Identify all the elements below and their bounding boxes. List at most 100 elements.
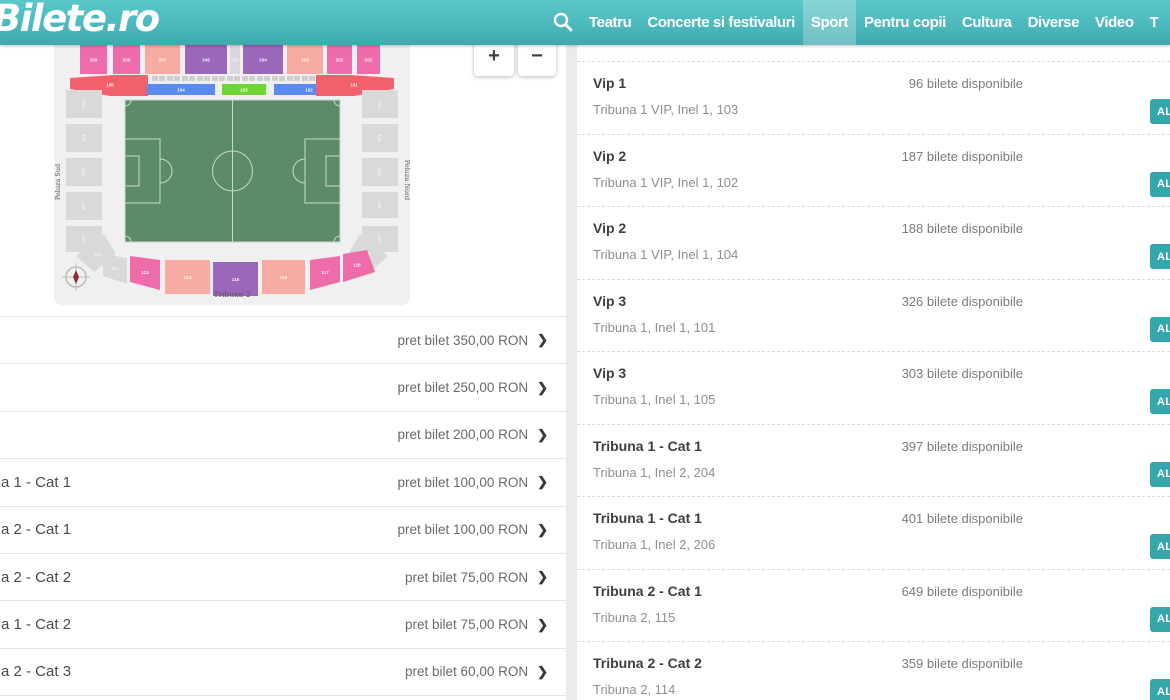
price-category-row[interactable]: pret bilet 350,00 RON ❯ xyxy=(0,317,566,365)
alege-button[interactable]: AL xyxy=(1150,389,1170,414)
stadium-section-label-123: 123 xyxy=(377,134,382,142)
ticket-title: Tribuna 1 - Cat 1 xyxy=(593,510,702,526)
price-label: pret bilet 250,00 RON xyxy=(397,380,529,396)
alege-button[interactable]: AL xyxy=(1150,461,1170,487)
ticket-row: Tribuna 2 - Cat 2 359 bilete disponibile… xyxy=(577,642,1170,700)
alege-button[interactable]: AL xyxy=(1150,171,1170,197)
stadium-section-label-106: 106 xyxy=(81,100,86,108)
ticket-availability: 188 bilete disponibile xyxy=(901,221,1023,236)
ticket-category-list: Vip 1 96 bilete disponibile Tribuna 1 VI… xyxy=(577,61,1170,700)
ticket-title: Vip 2 xyxy=(593,220,627,236)
price-category-name: a 1 - Cat 2 xyxy=(1,616,72,634)
ticket-row: Tribuna 2 - Cat 1 649 bilete disponibile… xyxy=(577,569,1170,642)
peluza-sud-label: Peluza Sud xyxy=(54,164,62,200)
ticket-availability: 397 bilete disponibile xyxy=(901,438,1023,454)
nav-item-teatru[interactable]: Teatru xyxy=(581,0,639,45)
football-field xyxy=(124,99,341,243)
search-icon xyxy=(553,12,573,32)
stadium-section-label-116: 116 xyxy=(280,275,288,280)
stadium-section-label-105: 105 xyxy=(106,83,114,88)
alege-button[interactable]: AL xyxy=(1150,679,1170,700)
stadium-section-label-110: 110 xyxy=(81,235,86,243)
price-category-row[interactable]: pret bilet 250,00 RON ❯ xyxy=(0,364,566,412)
ticket-location: Tribuna 2, 114 xyxy=(593,682,676,697)
stadium-section-label-203: 203 xyxy=(301,57,309,62)
chevron-right-icon: ❯ xyxy=(537,616,548,632)
price-category-row[interactable]: a 2 - Cat 3 pret bilet 60,00 RON ❯ xyxy=(0,648,566,697)
stadium-section-label-206: 206 xyxy=(202,57,210,62)
alege-button[interactable]: AL xyxy=(1150,99,1170,124)
stadium-section-label-120: 120 xyxy=(377,235,382,243)
ticket-row: Vip 3 303 bilete disponibile Tribuna 1, … xyxy=(577,352,1170,425)
search-button[interactable] xyxy=(550,11,576,35)
chevron-right-icon: ❯ xyxy=(537,332,548,348)
main-nav: Teatru Concerte si festivaluri Sport Pentru… xyxy=(581,0,1166,45)
nav-item-diverse[interactable]: Diverse xyxy=(1020,0,1087,45)
chevron-right-icon: ❯ xyxy=(537,474,548,490)
stadium-section-label-122: 122 xyxy=(377,168,382,176)
ticket-availability: 359 bilete disponibile xyxy=(901,656,1023,671)
ticket-row: Vip 3 326 bilete disponibile Tribuna 1, … xyxy=(577,279,1170,352)
ticket-title: Tribuna 2 - Cat 1 xyxy=(593,582,702,599)
nav-item-t[interactable]: T xyxy=(1142,0,1167,45)
stadium-section-label-121: 121 xyxy=(377,201,382,209)
ticket-title: Tribuna 1 - Cat 1 xyxy=(593,437,702,454)
nav-item-cultura[interactable]: Cultura xyxy=(954,0,1020,45)
ticket-title: Vip 1 xyxy=(593,75,627,91)
site-logo[interactable]: Bilete.ro xyxy=(0,0,160,40)
header: Bilete.ro Teatru Concerte si festivaluri S… xyxy=(0,0,1170,45)
page: 209 208 207 206 205 204 203 202 201 105 104 103 102 1… xyxy=(0,0,1170,700)
stadium-section-label-104: 104 xyxy=(177,87,185,92)
price-category-row[interactable]: a 2 - Cat 1 pret bilet 100,00 RON ❯ xyxy=(0,506,566,554)
price-category-row[interactable]: pret bilet 200,00 RON ❯ xyxy=(0,411,566,460)
stadium-section-label-209: 209 xyxy=(90,57,98,62)
ticket-row: Tribuna 1 - Cat 1 401 bilete disponibile… xyxy=(577,497,1170,570)
price-category-name: a 2 - Cat 1 xyxy=(1,521,72,539)
alege-button[interactable]: AL xyxy=(1150,534,1170,559)
price-category-row[interactable]: a 1 - Cat 1 pret bilet 100,00 RON ❯ xyxy=(0,459,566,507)
alege-button[interactable]: AL xyxy=(1150,244,1170,269)
price-label: pret bilet 75,00 RON xyxy=(405,617,529,633)
ticket-availability: 187 bilete disponibile xyxy=(901,148,1023,164)
stadium-section-label-207: 207 xyxy=(159,57,167,62)
price-category-name: a 1 - Cat 1 xyxy=(1,473,72,491)
stadium-map[interactable]: 209 208 207 206 205 204 203 202 201 105 104 103 102 1… xyxy=(54,32,410,305)
stadium-section-label-124: 124 xyxy=(377,100,382,108)
stadium-section-label-108: 108 xyxy=(81,168,86,176)
price-label: pret bilet 200,00 RON xyxy=(397,427,529,443)
ticket-title: Vip 2 xyxy=(593,147,627,164)
stadium-section-label-102: 102 xyxy=(305,87,313,92)
nav-item-pentru-copii[interactable]: Pentru copii xyxy=(856,0,954,45)
stadium-section-label-201: 201 xyxy=(365,57,373,62)
stadium-section-label-103: 103 xyxy=(240,87,248,92)
chevron-right-icon: ❯ xyxy=(537,379,548,395)
ticket-title: Tribuna 2 - Cat 2 xyxy=(593,655,702,671)
price-category-row[interactable]: a 1 - Cat 2 pret bilet 75,00 RON ❯ xyxy=(0,601,566,649)
stadium-section-label-115: 115 xyxy=(232,277,240,282)
stadium-section-label-202: 202 xyxy=(336,57,344,62)
ticket-availability: 303 bilete disponibile xyxy=(901,366,1023,381)
nav-item-sport[interactable]: Sport xyxy=(802,0,857,45)
price-label: pret bilet 350,00 RON xyxy=(397,332,529,348)
price-category-name: a 2 - Cat 2 xyxy=(1,568,72,586)
price-category-list: pret bilet 350,00 RON ❯ pret bilet 250,0… xyxy=(0,316,566,697)
vip-loge-boxes xyxy=(152,76,315,81)
stadium-section-label-113: 113 xyxy=(141,270,149,275)
ticket-location: Tribuna 1, Inel 1, 105 xyxy=(593,392,716,407)
ticket-title: Vip 3 xyxy=(593,292,627,309)
peluza-nord-label: Peluza Nord xyxy=(403,160,410,200)
stadium-section-label-112: 112 xyxy=(111,266,119,271)
ticket-row: Vip 2 187 bilete disponibile Tribuna 1 V… xyxy=(577,134,1170,207)
ticket-location: Tribuna 1, Inel 2, 206 xyxy=(593,537,716,552)
alege-button[interactable]: AL xyxy=(1150,606,1170,632)
nav-item-video[interactable]: Video xyxy=(1087,0,1142,45)
price-label: pret bilet 75,00 RON xyxy=(405,569,529,585)
ticket-location: Tribuna 2, 115 xyxy=(593,609,676,625)
price-category-row[interactable]: a 2 - Cat 2 pret bilet 75,00 RON ❯ xyxy=(0,553,566,602)
alege-button[interactable]: AL xyxy=(1150,316,1170,342)
ticket-location: Tribuna 1 VIP, Inel 1, 102 xyxy=(593,174,739,190)
compass-icon xyxy=(62,263,90,291)
nav-item-concerte-si-festivaluri[interactable]: Concerte si festivaluri xyxy=(639,0,803,45)
ticket-availability: 326 bilete disponibile xyxy=(901,293,1023,309)
tribuna-2-label: Tribuna 2 xyxy=(213,290,250,299)
